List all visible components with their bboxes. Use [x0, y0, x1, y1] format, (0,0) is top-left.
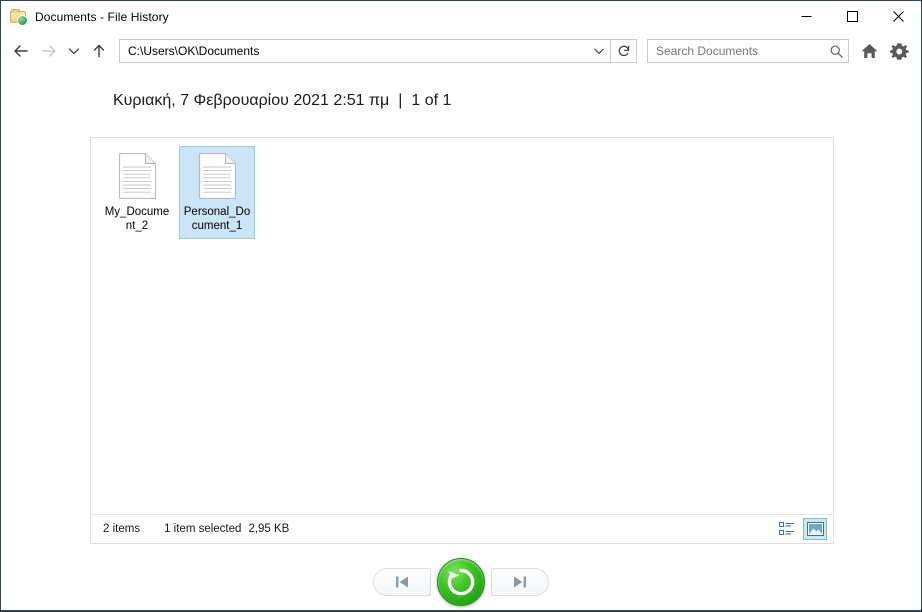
search-input[interactable]: Search Documents — [647, 39, 849, 63]
path-dropdown-button[interactable] — [589, 45, 608, 57]
arrow-up-icon — [93, 44, 105, 58]
gear-icon — [889, 42, 909, 60]
status-bar: 2 items 1 item selected 2,95 KB — [91, 514, 833, 543]
arrow-right-icon — [42, 45, 56, 57]
next-version-button[interactable] — [491, 568, 549, 596]
window-title: Documents - File History — [35, 9, 169, 24]
list-item-label: Personal_Document_1 — [183, 206, 251, 232]
home-icon — [861, 44, 877, 58]
details-view-icon — [779, 522, 794, 535]
version-navigation-controls — [1, 557, 921, 607]
status-size: 2,95 KB — [248, 523, 290, 535]
content-panel: My_Document_2 Personal_Document_1 2 item… — [90, 137, 834, 544]
chevron-down-icon — [593, 48, 604, 54]
forward-button[interactable] — [35, 37, 63, 65]
restore-button[interactable] — [437, 558, 485, 606]
list-item[interactable]: My_Document_2 — [99, 146, 175, 239]
status-item-count: 2 items — [103, 523, 141, 535]
navigation-toolbar: C:\Users\OK\Documents Search Documents — [1, 32, 921, 70]
title-bar: Documents - File History — [1, 1, 921, 32]
path-text: C:\Users\OK\Documents — [128, 44, 260, 58]
large-icons-view-icon — [806, 522, 824, 536]
list-item[interactable]: Personal_Document_1 — [179, 146, 255, 239]
minimize-button[interactable] — [783, 1, 829, 32]
maximize-icon — [846, 11, 858, 22]
recent-locations-button[interactable] — [63, 37, 85, 65]
search-icon — [830, 45, 843, 58]
next-icon — [514, 576, 526, 588]
file-history-window: Documents - File History C:\Users\OK\Doc… — [0, 0, 922, 612]
view-buttons — [775, 518, 827, 540]
toolbar-actions — [857, 38, 911, 64]
version-heading: Κυριακή, 7 Φεβρουαρίου 2021 2:51 πμ | 1 of… — [1, 70, 921, 124]
settings-button[interactable] — [887, 38, 911, 64]
arrow-left-icon — [14, 45, 28, 57]
path-field[interactable]: C:\Users\OK\Documents — [119, 39, 611, 63]
previous-version-button[interactable] — [373, 568, 431, 596]
address-bar[interactable]: C:\Users\OK\Documents — [119, 39, 637, 63]
refresh-icon — [618, 45, 629, 57]
close-button[interactable] — [875, 1, 921, 32]
maximize-button[interactable] — [829, 1, 875, 32]
minimize-icon — [801, 16, 811, 17]
status-text: 2 items 1 item selected 2,95 KB — [103, 523, 289, 535]
heading-separator: | — [398, 92, 403, 109]
title-bar-left: Documents - File History — [1, 1, 783, 32]
close-icon — [892, 11, 904, 22]
document-icon — [198, 153, 236, 199]
details-view-button[interactable] — [775, 518, 799, 540]
refresh-button[interactable] — [611, 39, 637, 63]
list-item-label: My_Document_2 — [104, 206, 170, 232]
back-button[interactable] — [7, 37, 35, 65]
search-placeholder: Search Documents — [656, 44, 759, 58]
home-button[interactable] — [857, 38, 881, 64]
window-controls — [783, 1, 921, 32]
version-counter: 1 of 1 — [411, 92, 452, 109]
large-icons-view-button[interactable] — [803, 518, 827, 540]
restore-icon — [447, 568, 475, 596]
version-date: Κυριακή, 7 Φεβρουαρίου 2021 2:51 πμ — [113, 92, 390, 109]
up-button[interactable] — [85, 37, 113, 65]
document-icon — [118, 153, 156, 199]
file-list[interactable]: My_Document_2 Personal_Document_1 — [91, 138, 833, 514]
status-selection: 1 item selected — [164, 523, 242, 535]
previous-icon — [396, 576, 408, 588]
chevron-down-icon — [68, 48, 80, 55]
folder-history-icon — [10, 8, 28, 26]
